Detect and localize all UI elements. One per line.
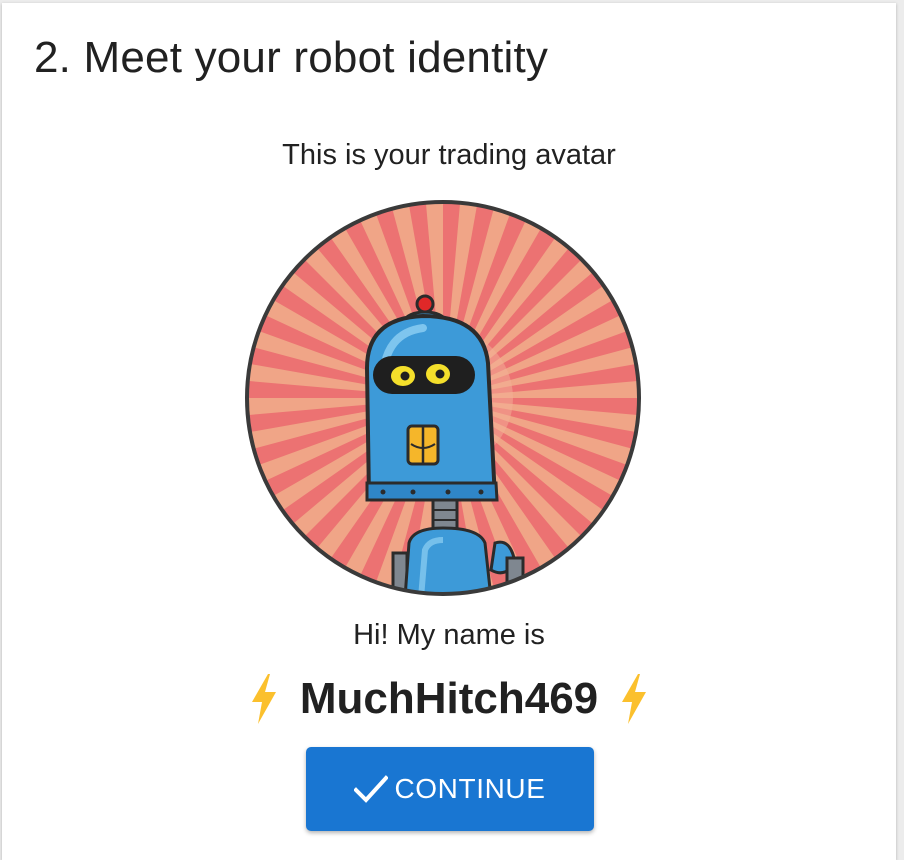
lightning-bolt-icon [622,674,647,724]
robot-name: MuchHitch469 [299,674,599,723]
continue-button[interactable]: CONTINUE [306,747,594,831]
robot-name-row: MuchHitch469 [2,669,896,729]
continue-button-label: CONTINUE [394,773,546,804]
lightning-bolt-icon [251,674,276,724]
greeting-text: Hi! My name is [353,619,545,651]
avatar-subtitle: This is your trading avatar [282,139,616,171]
page-title: 2. Meet your robot identity [34,33,549,82]
step-card: 2. Meet your robot identity This is your… [2,3,896,860]
robot-avatar [245,200,641,596]
check-icon [354,775,389,803]
